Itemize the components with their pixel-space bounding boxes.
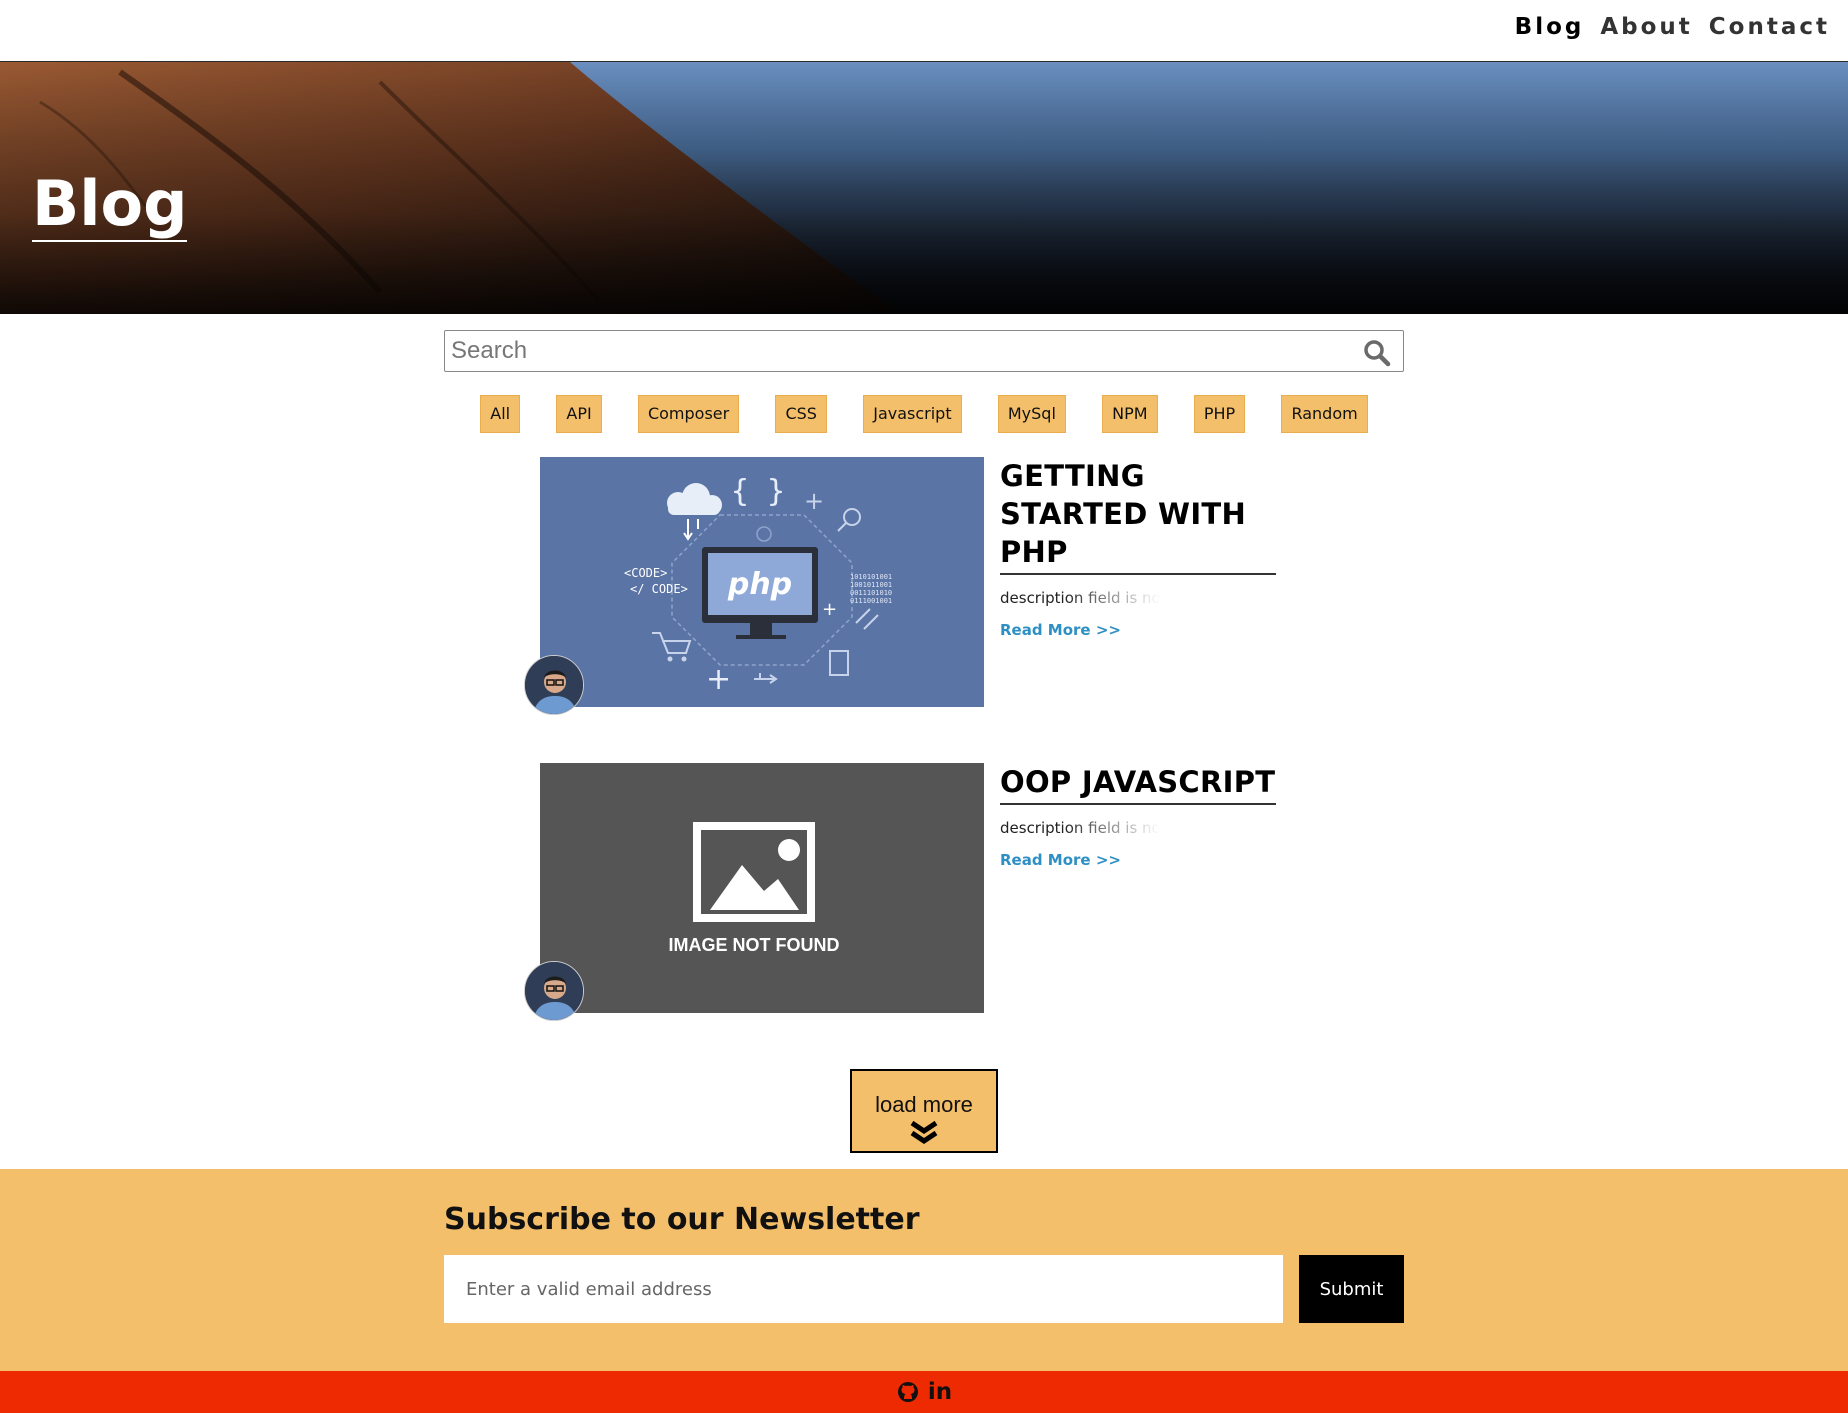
php-illustration: php { } + <CODE> </ CODE> 1010101001 100… bbox=[540, 457, 984, 707]
php-logo-text: php bbox=[727, 567, 792, 602]
linkedin-icon[interactable]: in bbox=[928, 1379, 952, 1405]
search-icon[interactable] bbox=[1363, 339, 1391, 367]
category-composer[interactable]: Composer bbox=[637, 395, 740, 433]
post-title[interactable]: GETTING STARTED WITH PHP bbox=[1000, 457, 1276, 575]
braces-icon: { } bbox=[731, 474, 785, 509]
nav-links: Blog About Contact bbox=[1515, 14, 1830, 40]
newsletter-heading: Subscribe to our Newsletter bbox=[444, 1202, 920, 1237]
post-title[interactable]: OOP JAVASCRIPT bbox=[1000, 763, 1276, 805]
plus-icon: + bbox=[822, 599, 837, 620]
post-description: description field is no bbox=[1000, 819, 1160, 837]
binary-line-1: 1010101001 bbox=[850, 573, 892, 581]
category-random[interactable]: Random bbox=[1281, 395, 1368, 433]
post-description: description field is no bbox=[1000, 589, 1160, 607]
double-chevron-down-icon bbox=[910, 1120, 938, 1145]
code-tag-open: <CODE> bbox=[624, 566, 667, 580]
search-input[interactable] bbox=[445, 331, 1403, 371]
github-icon[interactable] bbox=[896, 1380, 920, 1404]
plus-icon: + bbox=[804, 487, 824, 515]
image-not-found-label: IMAGE NOT FOUND bbox=[669, 935, 840, 955]
category-filter-bar: All API Composer CSS Javascript MySql NP… bbox=[444, 395, 1404, 433]
post-info: GETTING STARTED WITH PHP description fie… bbox=[1000, 457, 1276, 640]
top-nav: Blog About Contact bbox=[0, 0, 1848, 62]
category-javascript[interactable]: Javascript bbox=[863, 395, 962, 433]
author-avatar[interactable] bbox=[524, 961, 584, 1021]
footer: in bbox=[0, 1371, 1848, 1413]
email-field[interactable] bbox=[444, 1255, 1283, 1323]
plus-icon: + bbox=[706, 662, 731, 697]
binary-line-4: 0111001001 bbox=[850, 597, 892, 605]
hero-background-image bbox=[0, 62, 1848, 314]
newsletter-section: Subscribe to our Newsletter Submit bbox=[0, 1169, 1848, 1371]
post-card: IMAGE NOT FOUND OOP JAVASCRIPT descripti… bbox=[524, 763, 1280, 1021]
nav-link-blog[interactable]: Blog bbox=[1515, 14, 1585, 40]
category-npm[interactable]: NPM bbox=[1102, 395, 1158, 433]
category-all[interactable]: All bbox=[480, 395, 521, 433]
read-more-link[interactable]: Read More >> bbox=[1000, 851, 1121, 869]
binary-line-2: 1001011001 bbox=[850, 581, 892, 589]
page-title: Blog bbox=[32, 169, 188, 243]
submit-button[interactable]: Submit bbox=[1299, 1255, 1404, 1323]
load-more-button[interactable]: load more bbox=[850, 1069, 998, 1153]
category-css[interactable]: CSS bbox=[775, 395, 827, 433]
post-info: OOP JAVASCRIPT description field is no R… bbox=[1000, 763, 1276, 870]
category-api[interactable]: API bbox=[556, 395, 602, 433]
code-tag-close: </ CODE> bbox=[630, 582, 688, 596]
image-not-found-placeholder: IMAGE NOT FOUND bbox=[540, 763, 984, 1013]
nav-link-about[interactable]: About bbox=[1600, 14, 1692, 40]
post-thumbnail[interactable]: php { } + <CODE> </ CODE> 1010101001 100… bbox=[540, 457, 984, 707]
category-php[interactable]: PHP bbox=[1193, 395, 1246, 433]
nav-link-contact[interactable]: Contact bbox=[1709, 14, 1830, 40]
post-thumbnail[interactable]: IMAGE NOT FOUND bbox=[540, 763, 984, 1013]
read-more-link[interactable]: Read More >> bbox=[1000, 621, 1121, 639]
author-avatar[interactable] bbox=[524, 655, 584, 715]
category-mysql[interactable]: MySql bbox=[997, 395, 1066, 433]
post-card: php { } + <CODE> </ CODE> 1010101001 100… bbox=[524, 457, 1280, 715]
hero-banner: Blog bbox=[0, 62, 1848, 314]
search-box bbox=[444, 330, 1404, 372]
binary-line-3: 0011101010 bbox=[850, 589, 892, 597]
load-more-label: load more bbox=[875, 1092, 973, 1117]
